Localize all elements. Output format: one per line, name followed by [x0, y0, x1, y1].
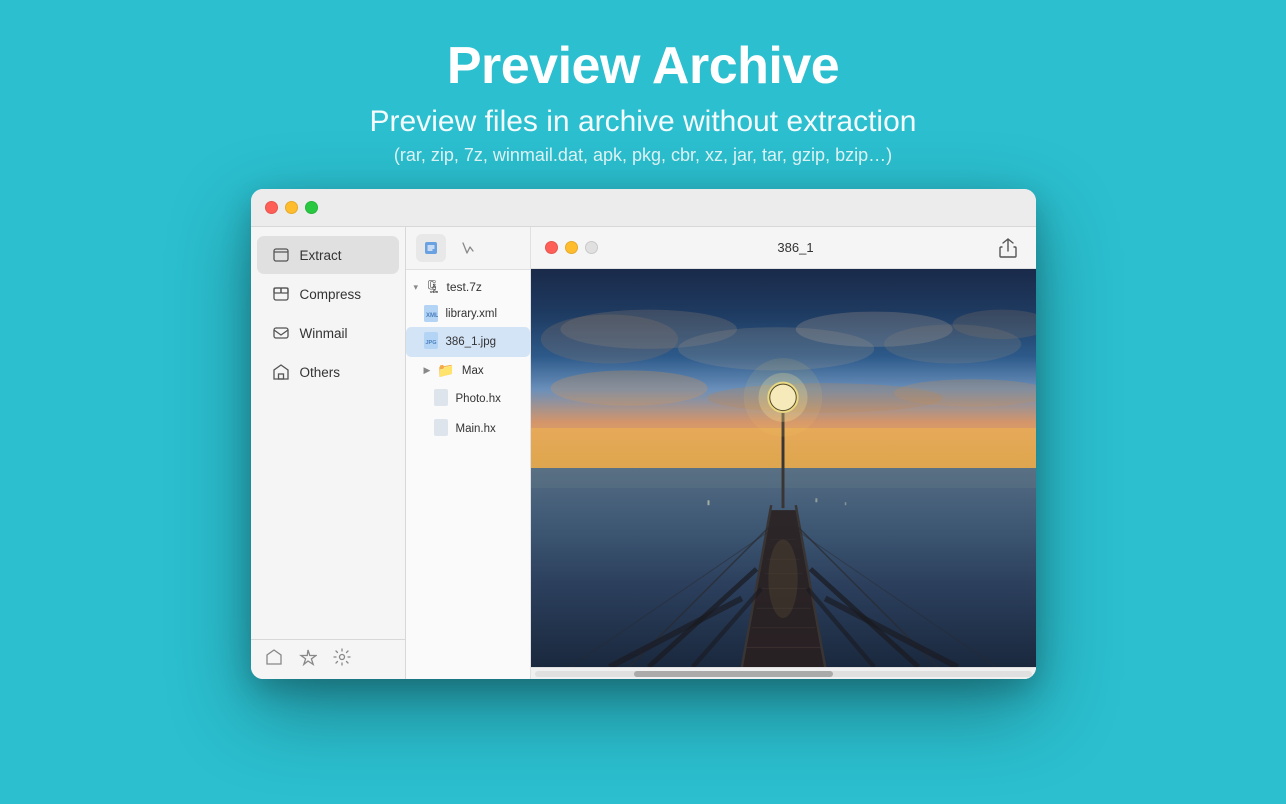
file-item-mainhx[interactable]: Main.hx — [406, 414, 530, 444]
traffic-lights — [265, 201, 318, 214]
traffic-light-maximize[interactable] — [305, 201, 318, 214]
preview-image-container — [531, 269, 1036, 667]
archive-root-item[interactable]: ▾ 🗜 test.7z — [406, 274, 530, 300]
jpg-file-icon: JPG — [424, 332, 438, 352]
library-filename: library.xml — [446, 308, 498, 320]
traffic-light-minimize[interactable] — [285, 201, 298, 214]
archive-name: test.7z — [447, 280, 482, 294]
preview-tl-red[interactable] — [545, 241, 558, 254]
file-item-photo[interactable]: JPG 386_1.jpg — [406, 327, 530, 357]
sidebar: Extract Compress — [251, 227, 406, 679]
sidebar-item-label-winmail: Winmail — [300, 326, 348, 341]
svg-text:XML: XML — [426, 313, 438, 319]
sidebar-item-label-compress: Compress — [300, 287, 362, 302]
archive-icon: 🗜 — [425, 279, 442, 295]
scrollbar-track[interactable] — [535, 671, 1032, 677]
home-bottom-icon[interactable] — [265, 648, 283, 671]
file-item-max-folder[interactable]: ▶ 📁 Max — [406, 357, 530, 384]
sidebar-item-label-extract: Extract — [300, 248, 342, 263]
header-section: Preview Archive Preview files in archive… — [370, 0, 917, 166]
max-foldername: Max — [462, 365, 484, 377]
app-subtitle: Preview files in archive without extract… — [370, 105, 917, 139]
chevron-right-icon: ▶ — [424, 365, 431, 376]
mac-window: Extract Compress — [251, 189, 1036, 679]
star-bottom-icon[interactable] — [299, 648, 317, 671]
hx-file-icon-1 — [434, 389, 448, 409]
sidebar-item-extract[interactable]: Extract — [257, 236, 399, 274]
pier-image — [531, 269, 1036, 667]
file-panel-toolbar — [406, 227, 530, 270]
preview-tl-green[interactable] — [585, 241, 598, 254]
preview-filename: 386_1 — [777, 240, 813, 255]
file-item-photohx[interactable]: Photo.hx — [406, 384, 530, 414]
sidebar-item-others[interactable]: Others — [257, 353, 399, 391]
sidebar-items: Extract Compress — [251, 227, 405, 639]
hx-file-icon-2 — [434, 419, 448, 439]
winmail-icon — [271, 323, 291, 343]
settings-bottom-icon[interactable] — [333, 648, 351, 671]
file-panel: ▾ 🗜 test.7z XML library.xml — [406, 227, 531, 679]
preview-scrollbar[interactable] — [531, 667, 1036, 679]
app-formats: (rar, zip, 7z, winmail.dat, apk, pkg, cb… — [370, 145, 917, 166]
traffic-light-close[interactable] — [265, 201, 278, 214]
app-title: Preview Archive — [370, 38, 917, 95]
chevron-down-icon: ▾ — [414, 282, 419, 293]
sidebar-item-label-others: Others — [300, 365, 341, 380]
sidebar-item-winmail[interactable]: Winmail — [257, 314, 399, 352]
compress-icon — [271, 284, 291, 304]
folder-icon: 📁 — [437, 362, 454, 379]
extract-icon — [271, 245, 291, 265]
photo-filename: 386_1.jpg — [446, 336, 497, 348]
scrollbar-thumb — [634, 671, 833, 677]
toolbar-btn-1[interactable] — [416, 234, 446, 262]
preview-tl-yellow[interactable] — [565, 241, 578, 254]
xml-file-icon: XML — [424, 305, 438, 322]
toolbar-btn-2[interactable] — [452, 234, 482, 262]
file-item-library[interactable]: XML library.xml — [406, 300, 530, 327]
title-bar — [251, 189, 1036, 227]
others-icon — [271, 362, 291, 382]
sidebar-item-compress[interactable]: Compress — [257, 275, 399, 313]
file-list: ▾ 🗜 test.7z XML library.xml — [406, 270, 530, 679]
preview-titlebar: 386_1 — [531, 227, 1036, 269]
sidebar-bottom — [251, 639, 405, 679]
window-body: Extract Compress — [251, 227, 1036, 679]
svg-text:JPG: JPG — [425, 340, 436, 346]
preview-traffic-lights — [545, 241, 598, 254]
preview-area: 386_1 — [531, 227, 1036, 679]
mainhx-filename: Main.hx — [456, 423, 496, 435]
share-button[interactable] — [994, 234, 1022, 262]
photohx-filename: Photo.hx — [456, 393, 501, 405]
